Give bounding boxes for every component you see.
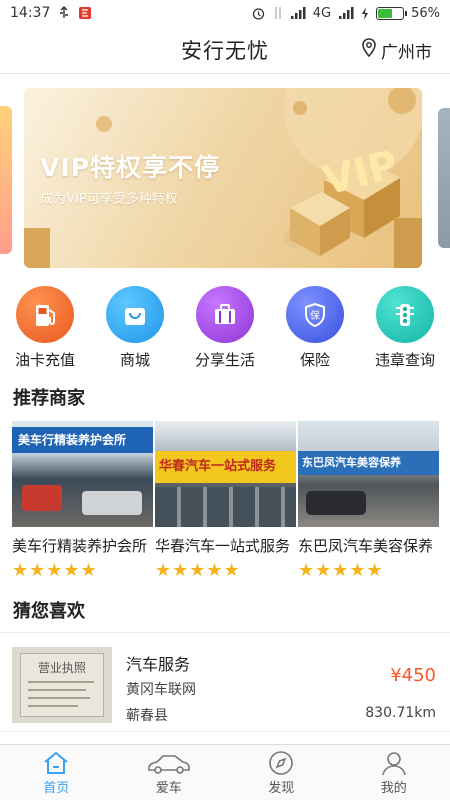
item-price: ¥450 xyxy=(390,665,436,686)
merchant-photo: 华春汽车一站式服务 xyxy=(155,421,296,527)
merchant-photo: 美车行精装养护会所 xyxy=(12,421,153,527)
license-title: 营业执照 xyxy=(37,661,86,675)
merchant-card[interactable]: 美车行精装养护会所 美车行精装养护会所 ★★★★★ xyxy=(12,421,153,581)
rating-stars: ★★★★★ xyxy=(298,560,384,581)
quick-label: 商城 xyxy=(119,351,150,369)
garage-doors xyxy=(155,487,296,527)
car-icon xyxy=(147,749,191,777)
traffic-light-icon xyxy=(376,286,434,343)
tab-my-car[interactable]: 爱车 xyxy=(113,745,226,800)
status-time: 14:37 xyxy=(10,5,51,21)
city-selector[interactable]: 广州市 xyxy=(361,38,432,63)
rating-stars: ★★★★★ xyxy=(155,560,241,581)
banner-subtitle: 成为VIP可享受多种特权 xyxy=(40,192,178,207)
merchant-name: 东巴凤汽车美容保养 xyxy=(298,537,434,555)
storefront-sign: 华春汽车一站式服务 xyxy=(155,451,296,483)
rating-stars: ★★★★★ xyxy=(12,560,98,581)
item-title: 汽车服务 xyxy=(126,655,191,674)
user-icon xyxy=(381,749,407,777)
quick-item-violation-query[interactable]: 违章查询 xyxy=(360,286,450,370)
prev-banner-peek[interactable] xyxy=(0,106,12,254)
storefront-sign: 东巴凤汽车美容保养 xyxy=(298,451,439,475)
quick-menu: 油卡充值 商城 分享生活 保 保险 违章查询 xyxy=(0,286,450,370)
page-title: 安行无忧 xyxy=(181,38,269,63)
merchant-name: 美车行精装养护会所 xyxy=(12,537,148,555)
quick-item-share-life[interactable]: 分享生活 xyxy=(180,286,270,370)
tab-mine[interactable]: 我的 xyxy=(338,745,450,800)
recommendation-item[interactable]: 营业执照 汽车服务 黄冈车联网 蕲春县 ¥450 830.71km xyxy=(0,632,450,732)
car-shape xyxy=(22,485,62,511)
banner-title: VIP特权享不停 xyxy=(40,153,220,182)
storefront-sign: 美车行精装养护会所 xyxy=(12,427,153,453)
tab-label: 爱车 xyxy=(155,781,182,796)
bottom-tab-bar: 首页 爱车 发现 我的 xyxy=(0,744,450,800)
next-banner-peek[interactable] xyxy=(438,108,450,248)
signal-icon xyxy=(338,6,354,20)
app-notification-icon xyxy=(78,6,92,20)
tab-home[interactable]: 首页 xyxy=(0,745,113,800)
quick-label: 油卡充值 xyxy=(14,351,75,369)
tab-discover[interactable]: 发现 xyxy=(225,745,338,800)
item-region: 蕲春县 xyxy=(126,708,168,724)
tab-label: 我的 xyxy=(380,781,407,796)
quick-label: 保险 xyxy=(299,351,330,369)
battery-icon xyxy=(376,6,408,20)
home-icon xyxy=(42,749,70,777)
merchant-list: 美车行精装养护会所 美车行精装养护会所 ★★★★★ 华春汽车一站式服务 华春汽车… xyxy=(12,421,439,581)
car-shape xyxy=(306,491,366,515)
section-title-guess: 猜您喜欢 xyxy=(13,601,85,622)
tab-label: 首页 xyxy=(43,781,70,796)
fuel-pump-icon xyxy=(16,286,74,343)
section-title-recommended: 推荐商家 xyxy=(13,388,85,409)
signal-icon xyxy=(290,6,306,20)
quick-item-fuel-card[interactable]: 油卡充值 xyxy=(0,286,90,370)
quick-item-insurance[interactable]: 保 保险 xyxy=(270,286,360,370)
tab-label: 发现 xyxy=(268,781,295,796)
shield-icon: 保 xyxy=(286,286,344,343)
business-license-photo: 营业执照 xyxy=(12,647,112,723)
briefcase-icon xyxy=(196,286,254,343)
merchant-card[interactable]: 东巴凤汽车美容保养 东巴凤汽车美容保养 ★★★★★ xyxy=(298,421,439,581)
quick-label: 分享生活 xyxy=(194,351,255,369)
item-company: 黄冈车联网 xyxy=(126,682,196,698)
quick-item-mall[interactable]: 商城 xyxy=(90,286,180,370)
location-pin-icon xyxy=(361,38,377,63)
alarm-icon xyxy=(251,6,266,21)
data-transfer-icon xyxy=(273,6,283,20)
vip-banner[interactable]: VIP VIP特权享不停 成为VIP可享受多种特权 xyxy=(24,88,422,268)
shopping-bag-icon xyxy=(106,286,164,343)
battery-percent: 56% xyxy=(411,5,440,21)
charging-icon xyxy=(361,6,369,20)
usb-icon xyxy=(58,6,70,20)
banner-carousel[interactable]: VIP VIP特权享不停 成为VIP可享受多种特权 xyxy=(0,88,450,268)
svg-text:保: 保 xyxy=(310,309,320,322)
app-header: 安行无忧 广州市 xyxy=(0,26,450,74)
item-distance: 830.71km xyxy=(365,705,436,721)
city-label: 广州市 xyxy=(381,43,432,63)
status-bar: 14:37 4G 56% xyxy=(0,0,450,26)
merchant-card[interactable]: 华春汽车一站式服务 华春汽车一站式服务 ★★★★★ xyxy=(155,421,296,581)
quick-label: 违章查询 xyxy=(374,351,435,369)
merchant-name: 华春汽车一站式服务 xyxy=(155,537,291,555)
merchant-photo: 东巴凤汽车美容保养 xyxy=(298,421,439,527)
network-type: 4G xyxy=(312,5,332,21)
compass-icon xyxy=(268,749,294,777)
car-shape xyxy=(82,491,142,515)
